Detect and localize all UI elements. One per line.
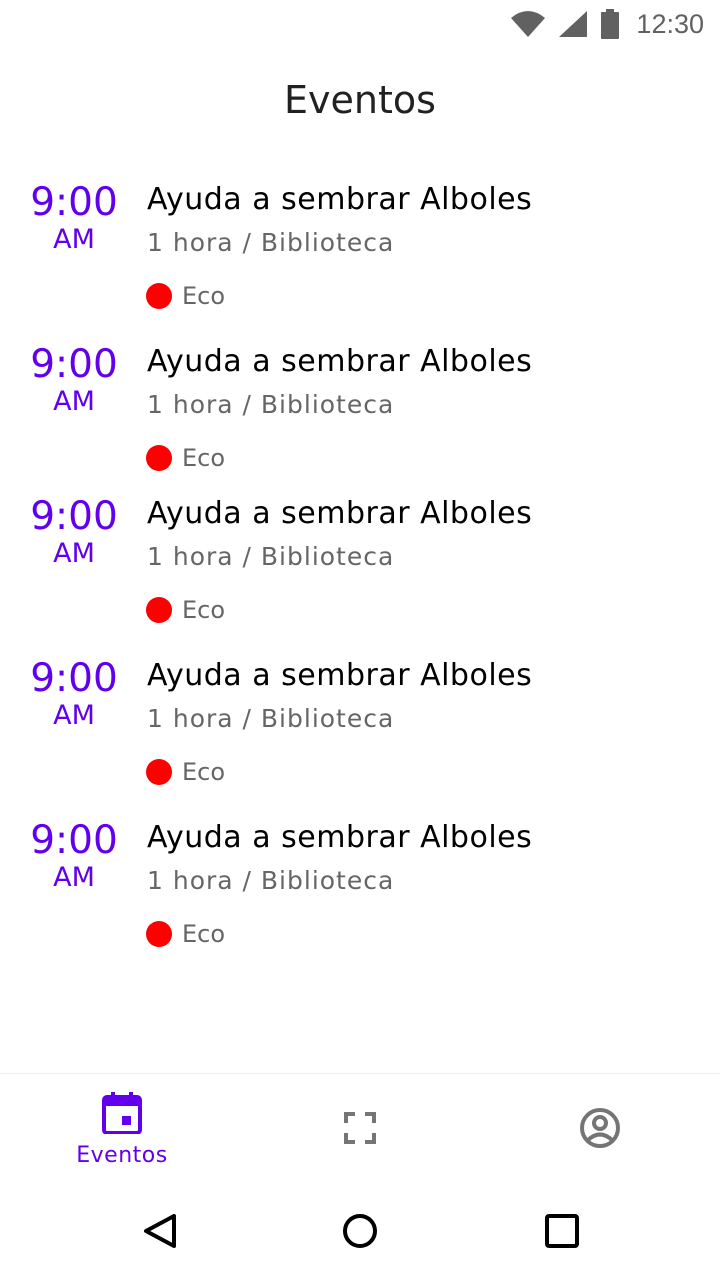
event-item[interactable]: 9:00 AM Ayuda a sembrar Alboles 1 hora /… [0,814,720,964]
nav-item-eventos[interactable]: Eventos [2,1074,242,1186]
event-tag: Eco [146,596,225,624]
event-tag: Eco [146,282,225,310]
tag-label: Eco [182,920,226,948]
event-time: 9:00 AM [24,344,124,418]
scan-icon [344,1111,376,1149]
tag-dot-icon [146,445,172,471]
event-title: Ayuda a sembrar Alboles [147,182,533,217]
event-item[interactable]: 9:00 AM Ayuda a sembrar Alboles 1 hora /… [0,490,720,640]
event-time: 9:00 AM [24,820,124,894]
cell-signal-icon [558,10,588,38]
event-tag: Eco [146,920,225,948]
event-meta: 1 hora / Biblioteca [147,704,395,733]
event-meta: 1 hora / Biblioteca [147,866,395,895]
event-hour: 9:00 [30,494,118,539]
back-icon[interactable] [142,1213,178,1254]
calendar-icon [102,1092,142,1139]
event-hour: 9:00 [30,180,118,225]
event-ampm: AM [53,700,95,731]
event-hour: 9:00 [30,818,118,863]
tag-dot-icon [146,283,172,309]
event-item[interactable]: 9:00 AM Ayuda a sembrar Alboles 1 hora /… [0,652,720,802]
event-item[interactable]: 9:00 AM Ayuda a sembrar Alboles 1 hora /… [0,338,720,488]
event-tag: Eco [146,758,225,786]
tag-dot-icon [146,759,172,785]
event-time: 9:00 AM [24,658,124,732]
event-meta: 1 hora / Biblioteca [147,390,395,419]
tag-label: Eco [182,758,226,786]
nav-label-eventos: Eventos [76,1143,168,1168]
page-title: Eventos [284,78,436,122]
tag-label: Eco [182,282,226,310]
account-icon [579,1107,621,1154]
event-meta: 1 hora / Biblioteca [147,542,395,571]
event-title: Ayuda a sembrar Alboles [147,820,533,855]
bottom-nav: Eventos [0,1073,720,1185]
event-ampm: AM [53,862,95,893]
nav-item-scan[interactable] [240,1074,480,1186]
home-icon[interactable] [342,1213,378,1254]
event-meta: 1 hora / Biblioteca [147,228,395,257]
event-time: 9:00 AM [24,496,124,570]
status-time: 12:30 [636,8,704,39]
tag-label: Eco [182,596,226,624]
event-title: Ayuda a sembrar Alboles [147,658,533,693]
event-ampm: AM [53,538,95,569]
event-hour: 9:00 [30,342,118,387]
system-nav-bar [0,1185,720,1280]
status-bar: 12:30 [0,0,720,48]
wifi-icon [510,10,546,38]
battery-icon [600,9,620,39]
app-screen: 12:30 Eventos 9:00 AM Ayuda a sembrar Al… [0,0,720,1280]
event-title: Ayuda a sembrar Alboles [147,344,533,379]
event-title: Ayuda a sembrar Alboles [147,496,533,531]
event-hour: 9:00 [30,656,118,701]
nav-item-account[interactable] [480,1074,720,1186]
recent-apps-icon[interactable] [544,1213,580,1254]
event-item[interactable]: 9:00 AM Ayuda a sembrar Alboles 1 hora /… [0,176,720,326]
event-ampm: AM [53,224,95,255]
event-ampm: AM [53,386,95,417]
tag-label: Eco [182,444,226,472]
event-tag: Eco [146,444,225,472]
event-time: 9:00 AM [24,182,124,256]
tag-dot-icon [146,921,172,947]
tag-dot-icon [146,597,172,623]
